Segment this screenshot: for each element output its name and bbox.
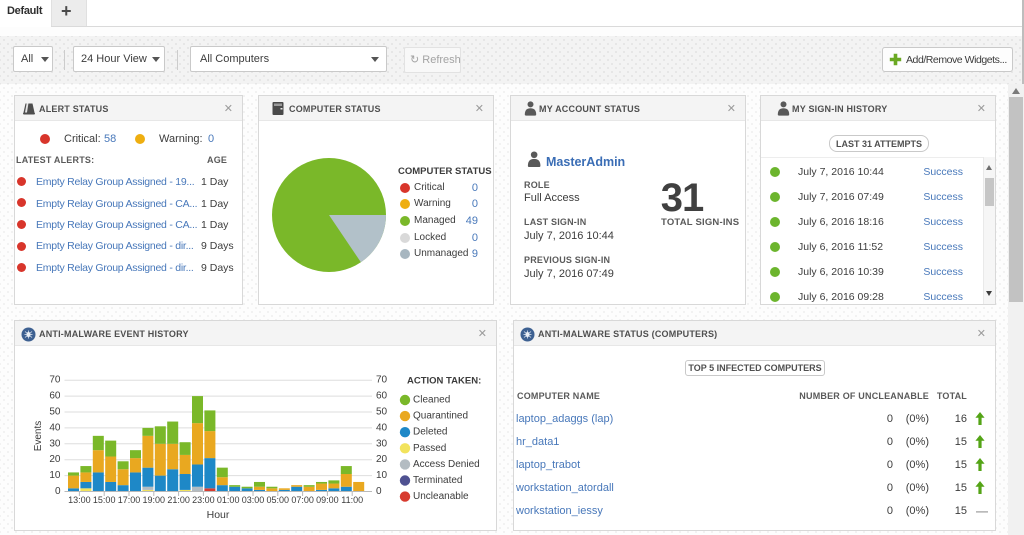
- svg-text:09:00: 09:00: [316, 495, 339, 505]
- svg-text:21:00: 21:00: [167, 495, 190, 505]
- svg-text:Access Denied: Access Denied: [413, 459, 480, 470]
- svg-text:50: 50: [376, 407, 388, 418]
- svg-text:Terminated: Terminated: [413, 475, 462, 486]
- svg-text:03:00: 03:00: [242, 495, 265, 505]
- svg-text:20: 20: [49, 454, 61, 465]
- svg-text:11:00: 11:00: [341, 495, 363, 505]
- svg-text:40: 40: [376, 422, 388, 433]
- svg-text:Deleted: Deleted: [413, 427, 447, 438]
- svg-text:60: 60: [376, 391, 388, 402]
- svg-text:10: 10: [49, 470, 61, 481]
- svg-text:05:00: 05:00: [267, 495, 290, 505]
- svg-text:50: 50: [49, 407, 61, 418]
- svg-text:17:00: 17:00: [118, 495, 141, 505]
- svg-text:30: 30: [49, 438, 61, 449]
- svg-text:70: 70: [49, 375, 61, 386]
- svg-text:Passed: Passed: [413, 443, 446, 454]
- svg-text:70: 70: [376, 375, 388, 386]
- svg-text:ACTION TAKEN:: ACTION TAKEN:: [407, 376, 481, 387]
- svg-text:0: 0: [376, 486, 382, 497]
- svg-text:Events: Events: [33, 421, 44, 452]
- svg-text:10: 10: [376, 470, 388, 481]
- svg-text:60: 60: [49, 391, 61, 402]
- svg-text:0: 0: [55, 486, 61, 497]
- svg-text:Uncleanable: Uncleanable: [413, 491, 469, 502]
- svg-text:30: 30: [376, 438, 388, 449]
- svg-text:01:00: 01:00: [217, 495, 240, 505]
- svg-text:07:00: 07:00: [291, 495, 314, 505]
- svg-text:Hour: Hour: [207, 509, 230, 521]
- svg-text:Quarantined: Quarantined: [413, 411, 468, 422]
- svg-text:23:00: 23:00: [192, 495, 215, 505]
- svg-text:40: 40: [49, 422, 61, 433]
- svg-text:19:00: 19:00: [143, 495, 166, 505]
- svg-text:Cleaned: Cleaned: [413, 395, 450, 406]
- svg-text:20: 20: [376, 454, 388, 465]
- svg-text:15:00: 15:00: [93, 495, 116, 505]
- svg-text:13:00: 13:00: [68, 495, 91, 505]
